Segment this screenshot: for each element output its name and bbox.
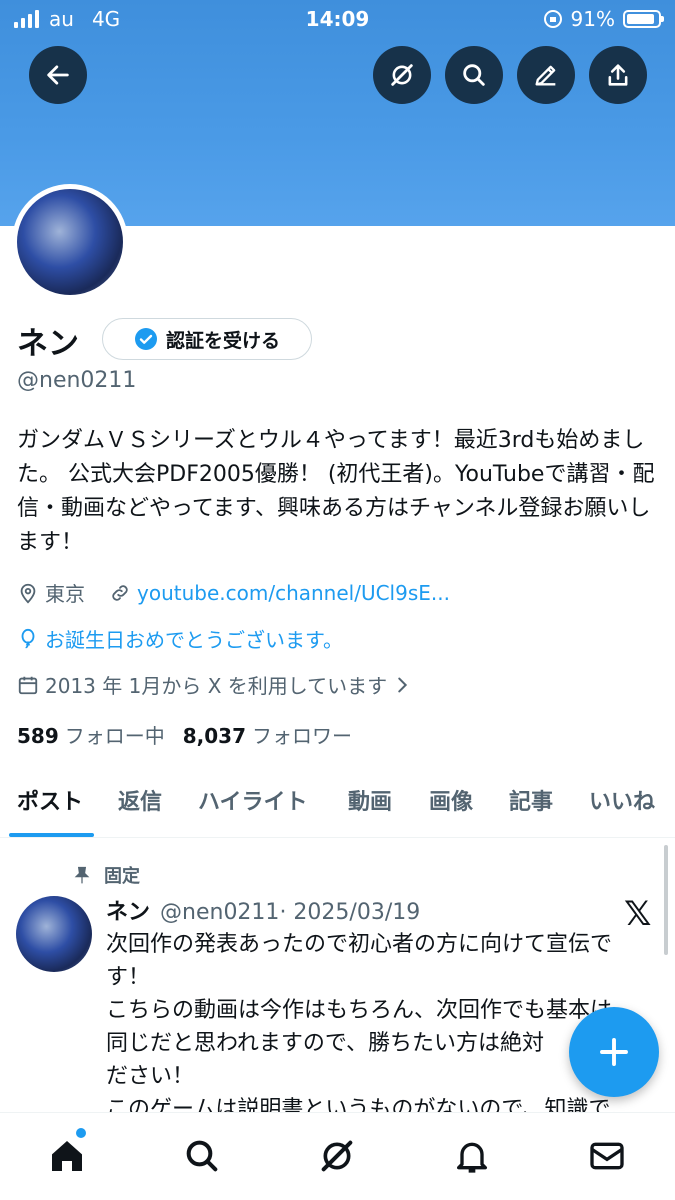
profile-bio: ガンダムＶＳシリーズとウル４やってます！最近3rdも始めました。 公式大会PDF… (17, 428, 655, 555)
grok-icon (391, 64, 413, 86)
location-pin-icon (20, 583, 36, 603)
orientation-lock-icon (543, 10, 562, 28)
joined-text: 2013 年 1月から X を利用しています (45, 674, 388, 698)
plus-icon (600, 1038, 628, 1066)
calendar-icon (18, 676, 38, 694)
profile-name: ネン (17, 326, 79, 362)
post-author-handle[interactable]: @nen0211 (160, 900, 279, 925)
chevron-right-icon (398, 677, 408, 692)
verified-badge-icon (134, 328, 157, 350)
following-count: 589 (17, 724, 59, 748)
active-tab-indicator (9, 833, 94, 837)
location-row: 東京 youtube.com/channel/UCl9sE... (17, 578, 450, 607)
verify-button[interactable]: 認証を受ける (102, 318, 312, 360)
compose-button[interactable] (569, 1007, 659, 1097)
tab-articles[interactable]: 記事 (509, 784, 553, 816)
followers-link[interactable]: 8,037 フォロワー (183, 720, 352, 749)
pin-icon (74, 866, 90, 884)
post-line: このゲームは説明書というものがないので、知識で (106, 1097, 611, 1112)
search-icon (463, 64, 485, 86)
verify-label: 認証を受ける (165, 329, 280, 352)
avatar-image (17, 189, 123, 295)
pencil-icon (535, 65, 556, 86)
followers-count: 8,037 (182, 724, 247, 748)
post-line: こちらの動画は今作はもちろん、次回作でも基本は (106, 998, 613, 1023)
post-date[interactable]: · 2025/03/19 (279, 900, 420, 925)
share-button[interactable] (589, 46, 647, 104)
post-line: 次回作の発表あったので初心者の方に向けて宣伝で (106, 932, 613, 957)
scrollbar[interactable] (664, 845, 668, 955)
website-link[interactable]: youtube.com/channel/UCl9sE... (137, 581, 450, 605)
tab-highlights[interactable]: ハイライト (198, 784, 308, 816)
arrow-left-icon (47, 65, 69, 85)
search-icon (186, 1140, 218, 1172)
nav-grok[interactable] (316, 1135, 358, 1177)
battery-percent: 91% (570, 7, 615, 31)
back-button[interactable] (29, 46, 87, 104)
mail-icon (590, 1142, 624, 1170)
followers-label: フォロワー (252, 724, 353, 748)
battery-icon (623, 10, 664, 28)
balloon-icon (21, 628, 35, 648)
edit-button[interactable] (517, 46, 575, 104)
notification-dot (76, 1128, 86, 1138)
tab-replies[interactable]: 返信 (118, 784, 162, 816)
pinned-indicator: 固定 (72, 862, 140, 888)
profile-tabs: ポスト 返信 ハイライト 動画 画像 記事 いいね (0, 770, 675, 838)
grok-icon (321, 1140, 353, 1172)
grok-button[interactable] (373, 46, 431, 104)
nav-notifications[interactable] (451, 1135, 493, 1177)
tab-posts[interactable]: ポスト (17, 784, 83, 816)
post-line: す！ (106, 965, 151, 990)
post-author-name[interactable]: ネン (106, 894, 150, 926)
birthday-text: お誕生日おめでとうございます。 (45, 628, 343, 652)
tab-likes[interactable]: いいね (589, 784, 655, 816)
pinned-label: 固定 (104, 866, 140, 887)
nav-search[interactable] (181, 1135, 223, 1177)
nav-home[interactable] (46, 1135, 88, 1177)
following-link[interactable]: 589 フォロー中 (17, 720, 165, 749)
birthday-row: お誕生日おめでとうございます。 (17, 624, 343, 653)
status-bar: au 4G 14:09 91% (0, 0, 675, 40)
follow-stats: 589 フォロー中 8,037 フォロワー (17, 720, 352, 749)
bottom-nav (0, 1112, 675, 1200)
location-text: 東京 (45, 582, 85, 606)
share-icon (608, 64, 628, 86)
bell-icon (457, 1142, 487, 1173)
tab-videos[interactable]: 動画 (348, 784, 392, 816)
link-icon (112, 584, 128, 601)
profile-handle: @nen0211 (17, 368, 137, 393)
post-text[interactable]: 次回作の発表あったので初心者の方に向けて宣伝で す！ こちらの動画は今作はもちろ… (106, 928, 656, 1112)
profile-avatar[interactable] (12, 184, 128, 300)
tab-images[interactable]: 画像 (429, 784, 473, 816)
nav-messages[interactable] (586, 1135, 628, 1177)
post-header: ネン @nen0211 · 2025/03/19 (106, 894, 420, 926)
post-author-avatar[interactable] (16, 896, 92, 972)
search-button[interactable] (445, 46, 503, 104)
home-icon (52, 1141, 82, 1171)
joined-row[interactable]: 2013 年 1月から X を利用しています (17, 670, 419, 699)
following-label: フォロー中 (64, 724, 165, 748)
